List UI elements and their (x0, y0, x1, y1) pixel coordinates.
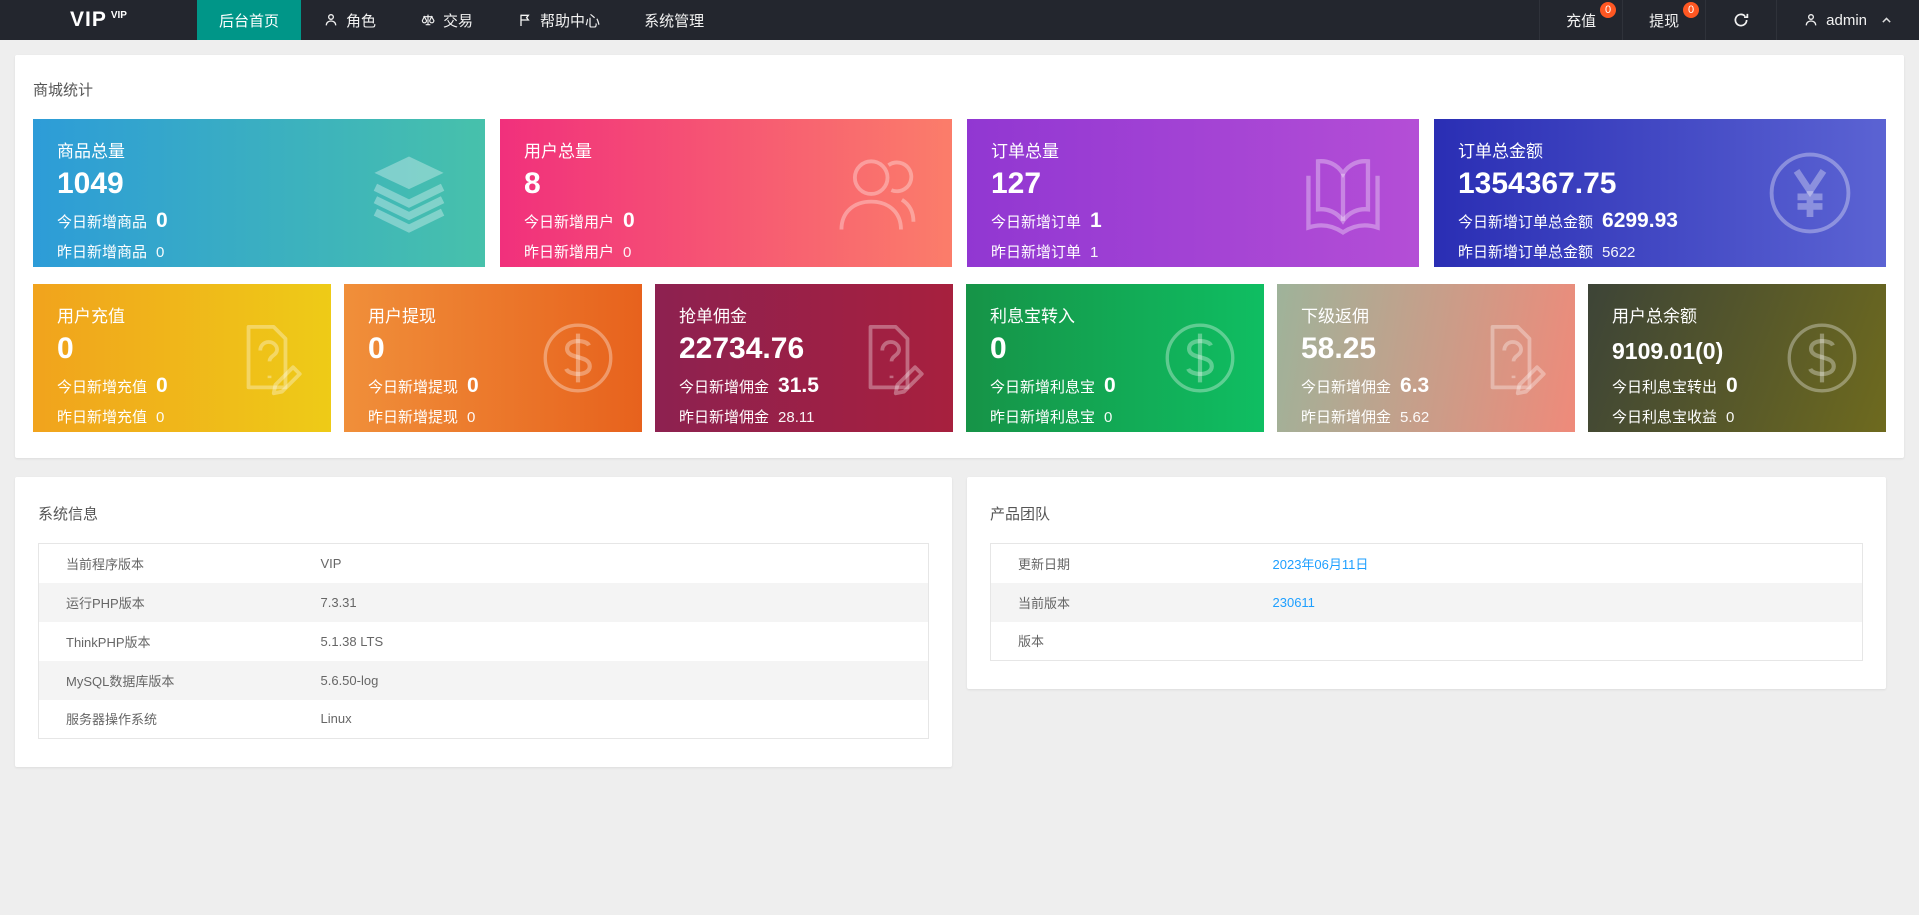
withdraw-button[interactable]: 提现 0 (1622, 0, 1705, 40)
table-row: MySQL数据库版本 5.6.50-log (38, 660, 929, 700)
stat-card-order-commission: 抢单佣金 22734.76 今日新增佣金 31.5 昨日新增佣金 28.11 (655, 284, 953, 432)
table-row: 更新日期 2023年06月11日 (1018, 556, 1369, 572)
main-content: 商城统计 商品总量 1049 今日新增商品 0 昨日新增商品 0 用户总量 8 今日… (0, 40, 1919, 767)
navbar-right: 充值 0 提现 0 admin (1539, 0, 1919, 40)
stat-card-user-balance: 用户总余额 9109.01(0) 今日利息宝转出 0 今日利息宝收益 0 (1588, 284, 1886, 432)
withdraw-badge: 0 (1683, 2, 1700, 18)
menu-item-label: 帮助中心 (540, 12, 601, 30)
user-menu[interactable]: admin (1776, 0, 1919, 40)
table-row: 当前版本 230611 (990, 582, 1863, 622)
menu-item-dashboard[interactable]: 后台首页 (197, 0, 302, 40)
recharge-label: 充值 (1566, 12, 1597, 30)
stat-card-user-recharge: 用户充值 0 今日新增充值 0 昨日新增充值 0 (33, 284, 331, 432)
stats-row-1: 商品总量 1049 今日新增商品 0 昨日新增商品 0 用户总量 8 今日新增用户 0… (33, 119, 1886, 267)
stat-card-interest-in: 利息宝转入 0 今日新增利息宝 0 昨日新增利息宝 0 (966, 284, 1264, 432)
table-row: 服务器操作系统 Linux (66, 711, 352, 728)
top-navbar: VIP VIP 后台首页 角色 交易 帮助中心 系统管理 充值 0 提现 0 a… (0, 0, 1919, 40)
card-yesterday-line: 昨日新增用户 0 (524, 244, 632, 261)
chevron-up-icon (1880, 14, 1893, 27)
stat-card-users-total: 用户总量 8 今日新增用户 0 昨日新增用户 0 (500, 119, 952, 267)
app-logo[interactable]: VIP VIP (0, 0, 197, 40)
stats-section-title: 商城统计 (33, 82, 94, 99)
stat-card-order-amount: 订单总金额 1354367.75 今日新增订单总金额 6299.93 昨日新增订单… (1434, 119, 1886, 267)
stat-card-orders-total: 订单总量 127 今日新增订单 1 昨日新增订单 1 (967, 119, 1419, 267)
main-menu: 后台首页 角色 交易 帮助中心 系统管理 (197, 0, 1539, 40)
menu-item-trade[interactable]: 交易 (398, 0, 495, 40)
card-yesterday-line: 昨日新增利息宝 0 (990, 409, 1113, 426)
recharge-button[interactable]: 充值 0 (1539, 0, 1622, 40)
menu-item-system-manage[interactable]: 系统管理 (622, 0, 726, 40)
bottom-section: 系统信息 当前程序版本 VIP 运行PHP版本 7.3.31 ThinkPHP版本 5… (15, 477, 1904, 767)
doc-question-icon (847, 316, 931, 400)
dollar-circle-icon (1158, 316, 1242, 400)
card-yesterday-line: 昨日新增商品 0 (57, 244, 165, 261)
card-yesterday-line: 昨日新增充值 0 (57, 409, 165, 426)
update-date-link[interactable]: 2023年06月11日 (1273, 557, 1369, 572)
card-yesterday-line: 昨日新增提现 0 (368, 409, 476, 426)
menu-item-label: 交易 (443, 12, 474, 30)
refresh-button[interactable] (1705, 0, 1776, 40)
menu-item-roles[interactable]: 角色 (301, 0, 398, 40)
product-team-panel: 产品团队 更新日期 2023年06月11日 当前版本 230611 版本 (967, 477, 1886, 689)
withdraw-label: 提现 (1649, 12, 1680, 30)
product-team-title: 产品团队 (990, 506, 1051, 523)
menu-item-help-center[interactable]: 帮助中心 (495, 0, 622, 40)
scales-icon (420, 12, 436, 28)
recharge-badge: 0 (1600, 2, 1617, 18)
doc-question-icon (225, 316, 309, 400)
table-row: ThinkPHP版本 5.1.38 LTS (66, 633, 384, 650)
menu-item-label: 角色 (346, 12, 377, 30)
flag-icon (517, 12, 533, 28)
card-yesterday-line: 昨日新增佣金 28.11 (679, 409, 815, 426)
stat-card-goods-total: 商品总量 1049 今日新增商品 0 昨日新增商品 0 (33, 119, 485, 267)
book-icon (1295, 145, 1391, 241)
dollar-circle-icon (1780, 316, 1864, 400)
card-yesterday-line: 昨日新增佣金 5.62 (1301, 409, 1430, 426)
stats-row-2: 用户充值 0 今日新增充值 0 昨日新增充值 0 用户提现 0 今日新增提现 0 昨日… (33, 284, 1886, 432)
refresh-icon (1732, 11, 1750, 29)
layers-icon (361, 145, 457, 241)
table-row: 版本 (1018, 634, 1045, 650)
logo-text: VIP (70, 8, 107, 31)
user-icon (1803, 12, 1819, 28)
username-label: admin (1826, 11, 1867, 29)
system-info-title: 系统信息 (38, 506, 99, 523)
stat-card-sub-rebate: 下级返佣 58.25 今日新增佣金 6.3 昨日新增佣金 5.62 (1277, 284, 1575, 432)
doc-question-icon (1469, 316, 1553, 400)
user-icon (323, 12, 339, 28)
current-version-link[interactable]: 230611 (1273, 595, 1315, 610)
card-yesterday-line: 昨日新增订单总金额 5622 (1458, 244, 1636, 261)
stat-card-user-withdraw: 用户提现 0 今日新增提现 0 昨日新增提现 0 (344, 284, 642, 432)
table-row: 当前程序版本 VIP (66, 555, 342, 572)
dollar-circle-icon (536, 316, 620, 400)
menu-item-label: 后台首页 (219, 12, 280, 30)
table-row: 运行PHP版本 7.3.31 (38, 582, 929, 622)
system-info-panel: 系统信息 当前程序版本 VIP 运行PHP版本 7.3.31 ThinkPHP版本 5… (15, 477, 952, 767)
users-icon (828, 145, 924, 241)
card-yesterday-line: 今日利息宝收益 0 (1612, 409, 1735, 426)
system-info-table: 当前程序版本 VIP 运行PHP版本 7.3.31 ThinkPHP版本 5.1.38… (38, 543, 929, 739)
menu-item-label: 系统管理 (644, 12, 705, 30)
product-team-table: 更新日期 2023年06月11日 当前版本 230611 版本 (990, 543, 1863, 661)
shop-stats-panel: 商城统计 商品总量 1049 今日新增商品 0 昨日新增商品 0 用户总量 8 今日… (15, 55, 1904, 458)
logo-superscript: VIP (110, 9, 127, 21)
card-yesterday-line: 昨日新增订单 1 (991, 244, 1099, 261)
yen-circle-icon (1762, 145, 1858, 241)
